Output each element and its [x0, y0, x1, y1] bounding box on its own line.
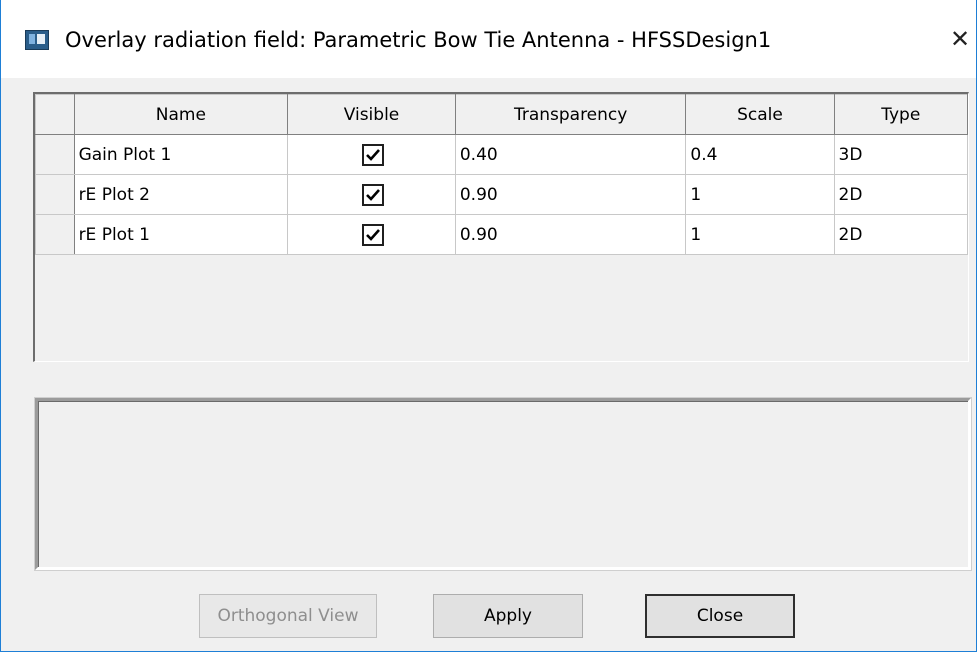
table-row[interactable]: Gain Plot 1 0.40 0.4 3D [35, 134, 969, 175]
cell-type[interactable]: 2D [833, 214, 969, 255]
table-row[interactable]: rE Plot 1 0.90 1 2D [35, 214, 969, 255]
select-all-corner[interactable] [35, 94, 75, 135]
cell-name[interactable]: rE Plot 2 [73, 174, 289, 215]
close-button[interactable]: Close [645, 594, 795, 638]
table-header-row: Name Visible Transparency Scale Type [35, 94, 969, 135]
checkmark-icon [366, 148, 381, 161]
row-header[interactable] [35, 214, 75, 255]
window-app-icon [25, 30, 49, 50]
visible-checkbox[interactable] [362, 143, 385, 166]
visible-checkbox[interactable] [362, 183, 385, 206]
close-window-icon[interactable]: ✕ [945, 24, 975, 54]
checkmark-icon [366, 228, 381, 241]
title-bar[interactable]: Overlay radiation field: Parametric Bow … [1, 0, 976, 78]
checkmark-icon [366, 188, 381, 201]
row-header[interactable] [35, 174, 75, 215]
message-panel [35, 398, 971, 570]
overlay-table: Name Visible Transparency Scale Type Gai… [35, 94, 969, 255]
cell-transparency[interactable]: 0.40 [454, 134, 687, 175]
apply-button[interactable]: Apply [433, 594, 583, 638]
cell-scale[interactable]: 1 [685, 174, 835, 215]
cell-scale[interactable]: 1 [685, 214, 835, 255]
window-title: Overlay radiation field: Parametric Bow … [65, 28, 772, 52]
column-header-scale[interactable]: Scale [685, 94, 835, 135]
visible-checkbox[interactable] [362, 223, 385, 246]
cell-transparency[interactable]: 0.90 [454, 214, 687, 255]
column-header-name[interactable]: Name [73, 94, 289, 135]
column-header-transparency[interactable]: Transparency [454, 94, 687, 135]
cell-name[interactable]: rE Plot 1 [73, 214, 289, 255]
cell-visible[interactable] [287, 134, 456, 175]
cell-visible[interactable] [287, 214, 456, 255]
cell-name[interactable]: Gain Plot 1 [73, 134, 289, 175]
row-header[interactable] [35, 134, 75, 175]
column-header-type[interactable]: Type [833, 94, 969, 135]
cell-type[interactable]: 2D [833, 174, 969, 215]
cell-scale[interactable]: 0.4 [685, 134, 835, 175]
column-header-visible[interactable]: Visible [287, 94, 456, 135]
orthogonal-view-button[interactable]: Orthogonal View [199, 594, 377, 638]
overlay-grid: Name Visible Transparency Scale Type Gai… [33, 92, 969, 362]
table-row[interactable]: rE Plot 2 0.90 1 2D [35, 174, 969, 215]
cell-visible[interactable] [287, 174, 456, 215]
overlay-radiation-dialog: Overlay radiation field: Parametric Bow … [0, 0, 977, 652]
cell-type[interactable]: 3D [833, 134, 969, 175]
cell-transparency[interactable]: 0.90 [454, 174, 687, 215]
